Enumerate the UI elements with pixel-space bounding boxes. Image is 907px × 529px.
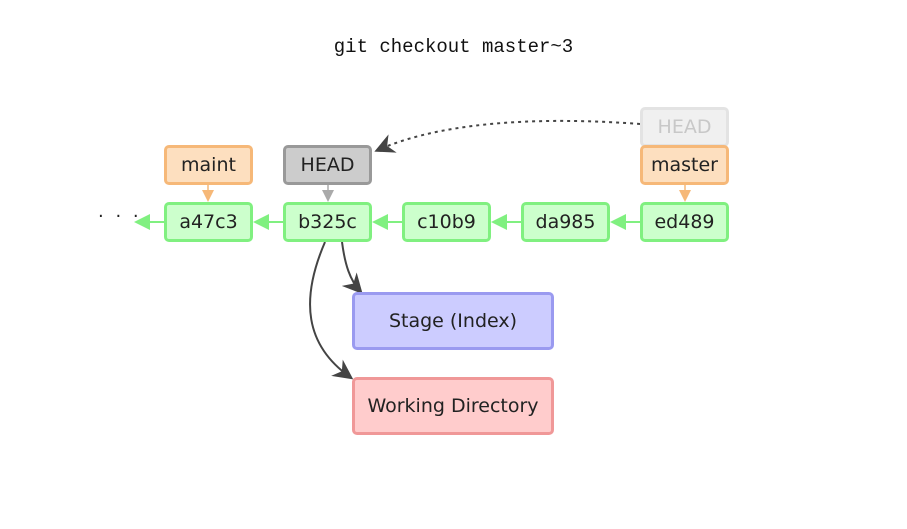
stage-index: Stage (Index) bbox=[352, 292, 554, 350]
working-directory: Working Directory bbox=[352, 377, 554, 435]
commit-node[interactable]: b325c bbox=[283, 202, 372, 242]
commit-node[interactable]: a47c3 bbox=[164, 202, 253, 242]
checkout-to-workdir-arrow bbox=[309, 241, 354, 380]
commit-node[interactable]: ed489 bbox=[640, 202, 729, 242]
arrows-layer bbox=[134, 119, 691, 380]
head-ref[interactable]: HEAD bbox=[283, 145, 372, 185]
checkout-to-stage-arrow bbox=[341, 241, 363, 294]
commit-node[interactable]: da985 bbox=[521, 202, 610, 242]
commit-node[interactable]: c10b9 bbox=[402, 202, 491, 242]
head-ref-previous: HEAD bbox=[640, 107, 729, 147]
branch-master[interactable]: master bbox=[640, 145, 729, 185]
ellipsis: · · · bbox=[98, 206, 142, 227]
head-move-arrow bbox=[374, 119, 641, 153]
branch-maint[interactable]: maint bbox=[164, 145, 253, 185]
